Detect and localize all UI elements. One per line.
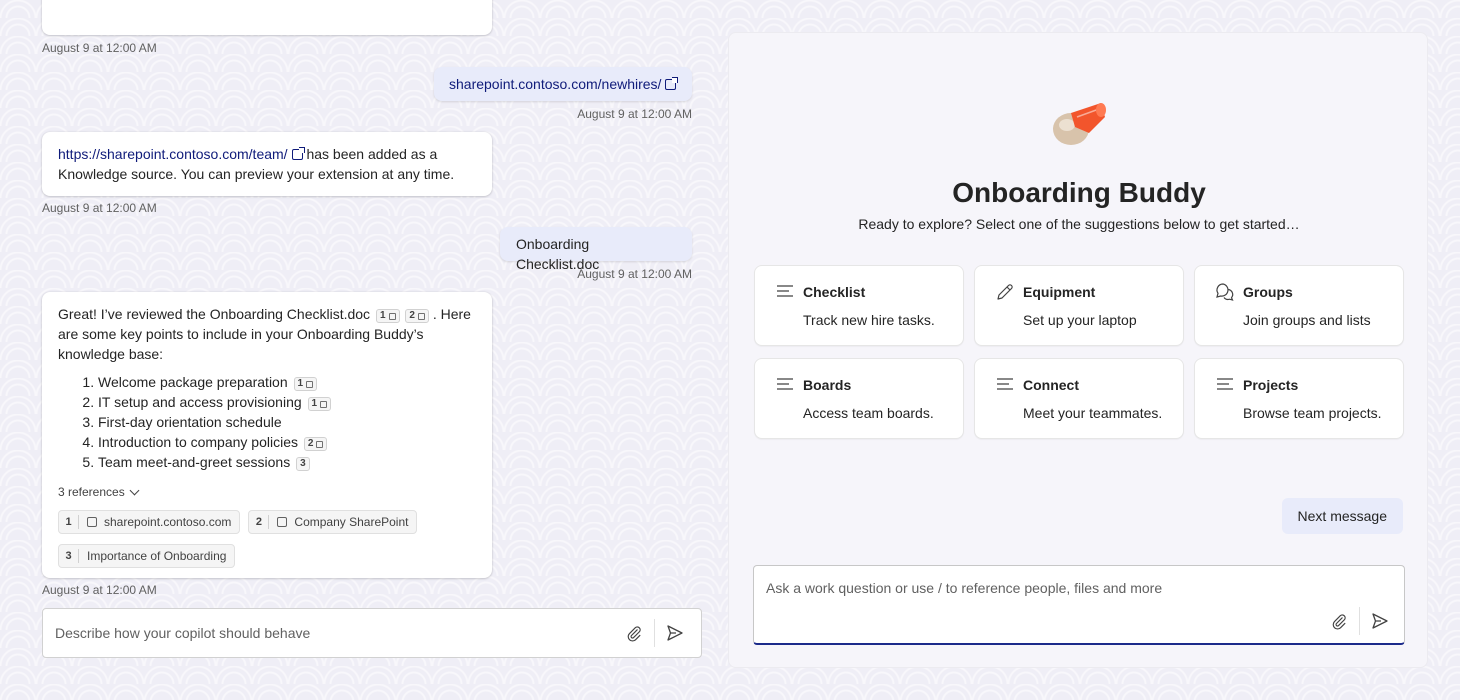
suggestion-card-groups[interactable]: Groups Join groups and lists bbox=[1194, 265, 1404, 346]
list-item: Introduction to company policies 2 bbox=[98, 432, 476, 452]
external-link-icon bbox=[417, 312, 425, 320]
message-timestamp: August 9 at 12:00 AM bbox=[577, 107, 692, 121]
chat-bubbles-icon bbox=[1216, 283, 1234, 301]
text-lines-icon bbox=[997, 378, 1013, 390]
divider bbox=[654, 619, 655, 647]
external-link-icon bbox=[388, 312, 396, 320]
chevron-down-icon bbox=[129, 485, 140, 495]
citation-badge[interactable]: 3 bbox=[296, 457, 310, 471]
chat-message-bot bbox=[42, 0, 492, 35]
external-link-icon bbox=[306, 380, 314, 388]
external-link-icon bbox=[87, 517, 97, 527]
knowledge-link[interactable]: sharepoint.contoso.com/newhires/ bbox=[449, 76, 661, 92]
external-link-icon bbox=[320, 400, 328, 408]
compose-actions bbox=[1325, 607, 1394, 635]
send-icon[interactable] bbox=[1366, 607, 1394, 635]
suggestion-card-checklist[interactable]: Checklist Track new hire tasks. bbox=[754, 265, 964, 346]
pencil-icon bbox=[997, 284, 1013, 300]
copilot-subtitle: Ready to explore? Select one of the sugg… bbox=[858, 216, 1300, 232]
list-item: First-day orientation schedule bbox=[98, 412, 476, 432]
suggestion-card-connect[interactable]: Connect Meet your teammates. bbox=[974, 358, 1184, 439]
key-points-list: Welcome package preparation 1 IT setup a… bbox=[98, 372, 476, 472]
list-item: Team meet-and-greet sessions 3 bbox=[98, 452, 476, 472]
message-timestamp: August 9 at 12:00 AM bbox=[42, 201, 157, 215]
next-message-button[interactable]: Next message bbox=[1281, 498, 1403, 534]
message-timestamp: August 9 at 12:00 AM bbox=[42, 41, 157, 55]
references-list: 1 sharepoint.contoso.com 2 Company Share… bbox=[58, 510, 438, 568]
knowledge-source-link[interactable]: https://sharepoint.contoso.com/team/ bbox=[58, 146, 288, 162]
instructions-placeholder: Describe how your copilot should behave bbox=[55, 625, 311, 641]
suggestion-card-projects[interactable]: Projects Browse team projects. bbox=[1194, 358, 1404, 439]
reference-chip[interactable]: 3 Importance of Onboarding bbox=[58, 544, 236, 568]
text-lines-icon bbox=[1217, 378, 1233, 390]
external-link-icon bbox=[291, 147, 305, 160]
chat-message-user: sharepoint.contoso.com/newhires/ bbox=[434, 67, 692, 101]
divider bbox=[1359, 607, 1360, 635]
external-link-icon bbox=[665, 77, 679, 90]
suggestion-card-equipment[interactable]: Equipment Set up your laptop bbox=[974, 265, 1184, 346]
text-lines-icon bbox=[777, 285, 793, 297]
compose-input[interactable]: Ask a work question or use / to referenc… bbox=[753, 565, 1405, 645]
reference-chip[interactable]: 1 sharepoint.contoso.com bbox=[58, 510, 241, 534]
message-intro: Great! I’ve reviewed the Onboarding Chec… bbox=[58, 306, 471, 362]
citation-badge[interactable]: 1 bbox=[293, 377, 318, 391]
onboarding-buddy-logo bbox=[1053, 103, 1106, 145]
reference-chip[interactable]: 2 Company SharePoint bbox=[248, 510, 418, 534]
references-toggle[interactable]: 3 references bbox=[58, 482, 476, 502]
compose-placeholder: Ask a work question or use / to referenc… bbox=[766, 580, 1163, 596]
message-timestamp: August 9 at 12:00 AM bbox=[577, 267, 692, 281]
instructions-input[interactable]: Describe how your copilot should behave bbox=[42, 608, 702, 658]
citation-badge[interactable]: 1 bbox=[375, 309, 400, 323]
list-item: IT setup and access provisioning 1 bbox=[98, 392, 476, 412]
list-item: Welcome package preparation 1 bbox=[98, 372, 476, 392]
chat-message-user: Onboarding Checklist.doc bbox=[500, 227, 692, 272]
suggestion-card-boards[interactable]: Boards Access team boards. bbox=[754, 358, 964, 439]
citation-badge[interactable]: 1 bbox=[307, 397, 332, 411]
text-lines-icon bbox=[777, 378, 793, 390]
attach-icon[interactable] bbox=[620, 619, 648, 647]
citation-badge[interactable]: 2 bbox=[405, 309, 429, 323]
suggestion-cards: Checklist Track new hire tasks. Equipmen… bbox=[754, 265, 1404, 439]
chat-message-bot: https://sharepoint.contoso.com/team/ has… bbox=[42, 132, 492, 196]
external-link-icon bbox=[316, 440, 324, 448]
attach-icon[interactable] bbox=[1325, 607, 1353, 635]
external-link-icon bbox=[277, 517, 288, 527]
copilot-title: Onboarding Buddy bbox=[952, 177, 1206, 208]
message-timestamp: August 9 at 12:00 AM bbox=[42, 583, 157, 597]
copilot-preview-panel: Onboarding Buddy Ready to explore? Selec… bbox=[728, 32, 1428, 668]
citation-badge[interactable]: 2 bbox=[303, 437, 328, 451]
chat-pane: August 9 at 12:00 AM sharepoint.contoso.… bbox=[42, 0, 702, 700]
chat-message-bot: Great! I’ve reviewed the Onboarding Chec… bbox=[42, 292, 492, 578]
send-icon[interactable] bbox=[661, 619, 689, 647]
